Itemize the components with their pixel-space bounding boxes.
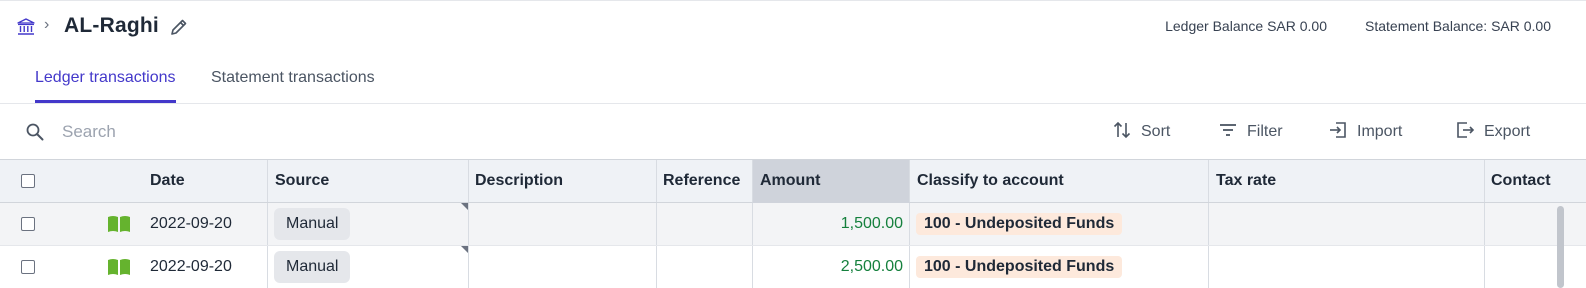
table-row[interactable]: 2022-09-20 Manual 2,500.00 100 - Undepos… [0, 246, 1586, 288]
column-divider [656, 246, 657, 288]
column-divider[interactable] [468, 160, 469, 202]
column-divider[interactable] [909, 160, 910, 202]
tab-bar: Ledger transactions Statement transactio… [0, 54, 1586, 104]
statement-balance: Statement Balance: SAR 0.00 [1365, 18, 1551, 34]
table-row[interactable]: 2022-09-20 Manual 1,500.00 100 - Undepos… [0, 203, 1586, 246]
column-divider [468, 246, 469, 288]
cell-corner-indicator [461, 246, 468, 253]
column-divider [1484, 203, 1485, 245]
select-all-cell [21, 160, 35, 202]
column-divider[interactable] [1208, 160, 1209, 202]
breadcrumb-separator: › [44, 16, 50, 33]
import-label: Import [1357, 123, 1403, 140]
column-divider [752, 203, 753, 245]
column-header-reference[interactable]: Reference [663, 160, 740, 202]
row-checkbox[interactable] [21, 260, 35, 274]
pencil-icon[interactable] [169, 17, 189, 37]
column-divider [267, 203, 268, 245]
export-icon [1455, 120, 1475, 145]
filter-label: Filter [1247, 123, 1283, 140]
export-button[interactable]: Export [1455, 120, 1530, 144]
amount-cell: 1,500.00 [840, 215, 903, 232]
cell-corner-indicator [461, 203, 468, 210]
row-checkbox[interactable] [21, 217, 35, 231]
column-divider[interactable] [656, 160, 657, 202]
sort-button[interactable]: Sort [1112, 120, 1170, 144]
column-header-tax-rate[interactable]: Tax rate [1216, 160, 1276, 202]
column-divider[interactable] [752, 160, 753, 202]
export-label: Export [1484, 123, 1531, 140]
ledger-balance: Ledger Balance SAR 0.00 [1165, 18, 1327, 34]
column-divider [1484, 246, 1485, 288]
toolbar: Sort Filter Import [0, 104, 1586, 160]
column-header-amount[interactable]: Amount [760, 160, 820, 202]
column-header-contact[interactable]: Contact [1491, 160, 1551, 202]
column-divider[interactable] [267, 160, 268, 202]
book-icon [107, 203, 131, 245]
column-divider [909, 203, 910, 245]
account-cell: 100 - Undeposited Funds [916, 203, 1123, 245]
book-icon [107, 246, 131, 288]
column-divider [267, 246, 268, 288]
date-cell: 2022-09-20 [150, 215, 232, 232]
source-badge[interactable]: Manual [274, 208, 351, 240]
column-divider [1208, 203, 1209, 245]
column-divider [752, 246, 753, 288]
balances: Ledger Balance SAR 0.00 Statement Balanc… [1165, 18, 1551, 34]
search-icon [25, 122, 45, 142]
import-icon [1328, 120, 1348, 145]
filter-button[interactable]: Filter [1218, 120, 1283, 144]
account-cell: 100 - Undeposited Funds [916, 246, 1123, 288]
vertical-scrollbar[interactable] [1557, 206, 1564, 288]
row-select-cell [21, 203, 35, 245]
date-cell: 2022-09-20 [150, 258, 232, 275]
source-cell: Manual [274, 246, 351, 288]
row-select-cell [21, 246, 35, 288]
column-divider [1208, 246, 1209, 288]
sort-label: Sort [1141, 123, 1171, 140]
column-header-description[interactable]: Description [475, 160, 563, 202]
column-header-account[interactable]: Classify to account [917, 160, 1064, 202]
column-header-date[interactable]: Date [150, 160, 185, 202]
source-badge[interactable]: Manual [274, 251, 351, 283]
select-all-checkbox[interactable] [21, 174, 35, 188]
column-header-source[interactable]: Source [275, 160, 329, 202]
tab-ledger-transactions[interactable]: Ledger transactions [35, 69, 176, 103]
column-divider [656, 203, 657, 245]
search-input[interactable] [56, 116, 656, 148]
bank-icon[interactable] [17, 18, 35, 36]
column-divider [909, 246, 910, 288]
page-header: › AL-Raghi Ledger Balance SAR 0.00 State… [0, 0, 1586, 54]
column-divider[interactable] [1484, 160, 1485, 202]
table-header-row: Date Source Description Reference Amount… [0, 160, 1586, 203]
amount-cell: 2,500.00 [840, 258, 903, 275]
sort-icon [1112, 120, 1132, 145]
page-title: AL-Raghi [64, 14, 159, 37]
account-badge[interactable]: 100 - Undeposited Funds [916, 213, 1123, 235]
import-button[interactable]: Import [1328, 120, 1402, 144]
tab-statement-transactions[interactable]: Statement transactions [211, 69, 375, 100]
source-cell: Manual [274, 203, 351, 245]
account-badge[interactable]: 100 - Undeposited Funds [916, 256, 1123, 278]
column-divider [468, 203, 469, 245]
filter-icon [1218, 120, 1238, 145]
